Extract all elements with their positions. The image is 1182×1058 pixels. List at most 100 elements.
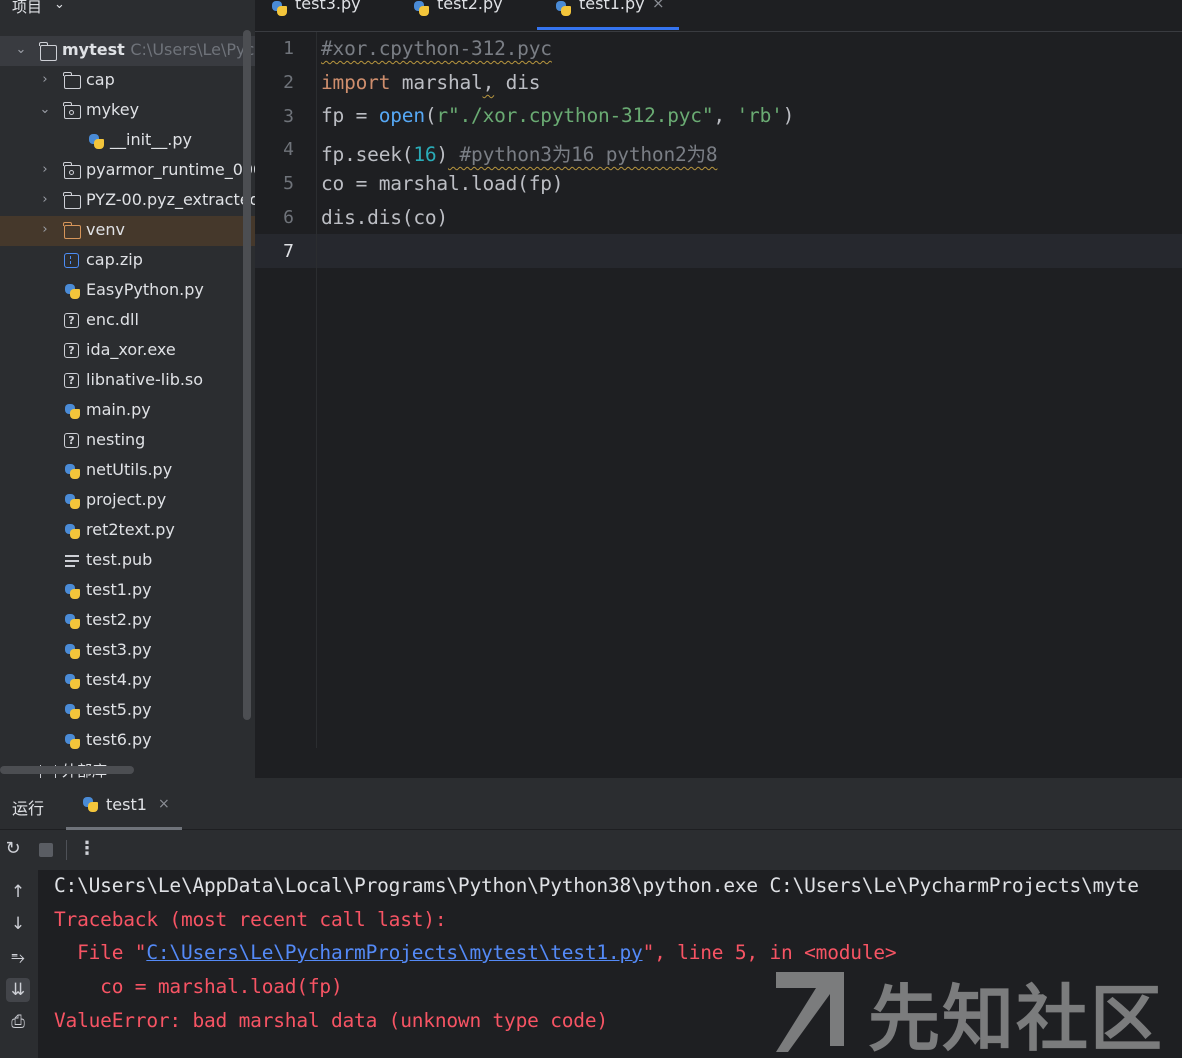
unknown-file-icon: ? bbox=[64, 313, 79, 328]
code-line-2[interactable]: import marshal, dis bbox=[321, 71, 540, 94]
line-number: 1 bbox=[283, 38, 294, 59]
code-line-3[interactable]: fp = open(r"./xor.cpython-312.pyc", 'rb'… bbox=[321, 104, 794, 127]
tree-item[interactable]: ret2text.py bbox=[0, 516, 255, 546]
print-icon[interactable]: ⎙ bbox=[6, 1010, 30, 1034]
chevron-down-icon[interactable]: ⌄ bbox=[54, 0, 65, 12]
tree-item-label: cap.zip bbox=[86, 250, 143, 269]
project-tool-window: 项目 ⌄ ⌄ mytest C:\Users\Le\Pyc › cap ⌄ mykey… bbox=[0, 0, 255, 778]
console-line-code: co = marshal.load(fp) bbox=[54, 975, 343, 998]
tree-root-mytest[interactable]: ⌄ mytest C:\Users\Le\Pyc bbox=[0, 36, 255, 66]
tree-item[interactable]: test6.py bbox=[0, 726, 255, 756]
tree-item-label: pyarmor_runtime_000 bbox=[86, 160, 255, 179]
run-toolbar: ↻ ⋮ bbox=[0, 836, 1182, 870]
line-number: 7 bbox=[283, 240, 294, 262]
tree-item-label: project.py bbox=[86, 490, 167, 509]
tree-item[interactable]: __init__.py bbox=[0, 126, 255, 156]
tree-item[interactable]: project.py bbox=[0, 486, 255, 516]
tree-item[interactable]: main.py bbox=[0, 396, 255, 426]
console-side-toolbar: ↑ ↓ ⥱ ⇊ ⎙ bbox=[0, 870, 38, 1058]
project-title[interactable]: 项目 bbox=[12, 0, 42, 17]
tree-item[interactable]: test1.py bbox=[0, 576, 255, 606]
package-icon bbox=[63, 162, 81, 179]
run-title: 运行 bbox=[12, 799, 45, 818]
arrow-down-icon[interactable]: ↓ bbox=[6, 912, 30, 936]
code-line-4[interactable]: fp.seek(16) #python3为16 python2为8 bbox=[321, 138, 718, 167]
python-file-icon bbox=[64, 403, 81, 419]
tree-item-label: __init__.py bbox=[110, 130, 193, 149]
folder-icon bbox=[39, 42, 57, 61]
code-line-6[interactable]: dis.dis(co) bbox=[321, 206, 448, 229]
python-file-icon bbox=[64, 703, 81, 719]
tree-item-label: netUtils.py bbox=[86, 460, 173, 479]
tree-item-label: enc.dll bbox=[86, 310, 139, 329]
code-line-5[interactable]: co = marshal.load(fp) bbox=[321, 172, 564, 195]
python-file-icon bbox=[64, 523, 81, 539]
tree-item[interactable]: EasyPython.py bbox=[0, 276, 255, 306]
python-file-icon bbox=[64, 643, 81, 659]
tree-item[interactable]: cap.zip bbox=[0, 246, 255, 276]
tab-test2[interactable]: test2.py bbox=[413, 0, 523, 26]
line-number-gutter: 1 2 3 4 5 6 7 bbox=[255, 32, 317, 748]
line-number: 3 bbox=[283, 105, 294, 127]
toolbar-separator bbox=[66, 840, 67, 860]
chevron-down-icon[interactable]: ⌄ bbox=[38, 102, 52, 117]
tree-item[interactable]: ? ida_xor.exe bbox=[0, 336, 255, 366]
tree-item[interactable]: ? libnative-lib.so bbox=[0, 366, 255, 396]
chevron-right-icon[interactable]: › bbox=[38, 162, 52, 177]
tree-item[interactable]: netUtils.py bbox=[0, 456, 255, 486]
root-path: C:\Users\Le\Pyc bbox=[130, 40, 255, 59]
python-file-icon bbox=[88, 133, 105, 149]
tree-item[interactable]: test3.py bbox=[0, 636, 255, 666]
chevron-right-icon[interactable]: › bbox=[38, 222, 52, 237]
arrow-up-icon[interactable]: ↑ bbox=[6, 880, 30, 904]
root-name: mytest bbox=[62, 40, 125, 59]
chevron-right-icon[interactable]: › bbox=[38, 72, 52, 87]
rerun-icon[interactable]: ↻ bbox=[0, 836, 26, 862]
active-tab-indicator bbox=[537, 27, 679, 30]
console-line-error: ValueError: bad marshal data (unknown ty… bbox=[54, 1009, 608, 1032]
soft-wrap-icon[interactable]: ⥱ bbox=[6, 946, 30, 970]
line-number: 6 bbox=[283, 207, 294, 228]
tree-item[interactable]: test.pub bbox=[0, 546, 255, 576]
tree-item[interactable]: › venv bbox=[0, 216, 255, 246]
tree-item[interactable]: ? enc.dll bbox=[0, 306, 255, 336]
tree-item-label: ret2text.py bbox=[86, 520, 175, 539]
tree-item[interactable]: › pyarmor_runtime_000 bbox=[0, 156, 255, 186]
python-file-icon bbox=[64, 673, 81, 689]
tree-item-label: main.py bbox=[86, 400, 151, 419]
tree-item-label: mykey bbox=[86, 100, 140, 119]
chevron-down-icon[interactable]: ⌄ bbox=[14, 42, 28, 57]
python-file-icon bbox=[64, 733, 81, 749]
tree-item-label: test4.py bbox=[86, 670, 152, 689]
folder-icon bbox=[63, 222, 81, 239]
tree-item[interactable]: › PYZ-00.pyz_extracted bbox=[0, 186, 255, 216]
python-file-icon bbox=[64, 283, 81, 299]
tree-item-label: test1.py bbox=[86, 580, 152, 599]
tab-test1[interactable]: test1.py × bbox=[555, 0, 679, 26]
editor: test3.py test2.py test1.py × 1 2 3 4 5 6 7 #xo… bbox=[255, 0, 1182, 778]
tree-item[interactable]: test4.py bbox=[0, 666, 255, 696]
console-output[interactable]: C:\Users\Le\AppData\Local\Programs\Pytho… bbox=[38, 870, 1182, 1058]
tree-item[interactable]: › cap bbox=[0, 66, 255, 96]
console-line-traceback: Traceback (most recent call last): bbox=[54, 908, 447, 931]
more-options-icon[interactable]: ⋮ bbox=[74, 836, 100, 862]
project-header[interactable]: 项目 ⌄ bbox=[0, 0, 255, 18]
tree-item[interactable]: ? nesting bbox=[0, 426, 255, 456]
vertical-scrollbar[interactable] bbox=[243, 30, 251, 720]
tree-item[interactable]: test2.py bbox=[0, 606, 255, 636]
tree-item[interactable]: test5.py bbox=[0, 696, 255, 726]
stop-icon[interactable] bbox=[32, 836, 58, 862]
close-icon[interactable]: × bbox=[652, 0, 665, 12]
file-link[interactable]: C:\Users\Le\PycharmProjects\mytest\test1… bbox=[146, 941, 642, 964]
tree-item-label: libnative-lib.so bbox=[86, 370, 204, 389]
run-tool-window: 运行 test1 × ↻ ⋮ ↑ ↓ ⥱ ⇊ ⎙ C:\Users\Le\App… bbox=[0, 778, 1182, 1058]
code-line-1[interactable]: #xor.cpython-312.pyc bbox=[321, 37, 552, 60]
horizontal-scrollbar[interactable] bbox=[0, 766, 134, 774]
close-icon[interactable]: × bbox=[158, 796, 170, 812]
current-line-highlight bbox=[255, 234, 1182, 268]
tab-test3[interactable]: test3.py bbox=[271, 0, 381, 26]
chevron-right-icon[interactable]: › bbox=[38, 192, 52, 207]
scroll-to-end-icon[interactable]: ⇊ bbox=[6, 978, 30, 1002]
tree-item[interactable]: ⌄ mykey bbox=[0, 96, 255, 126]
tree-item-label: test2.py bbox=[86, 610, 152, 629]
